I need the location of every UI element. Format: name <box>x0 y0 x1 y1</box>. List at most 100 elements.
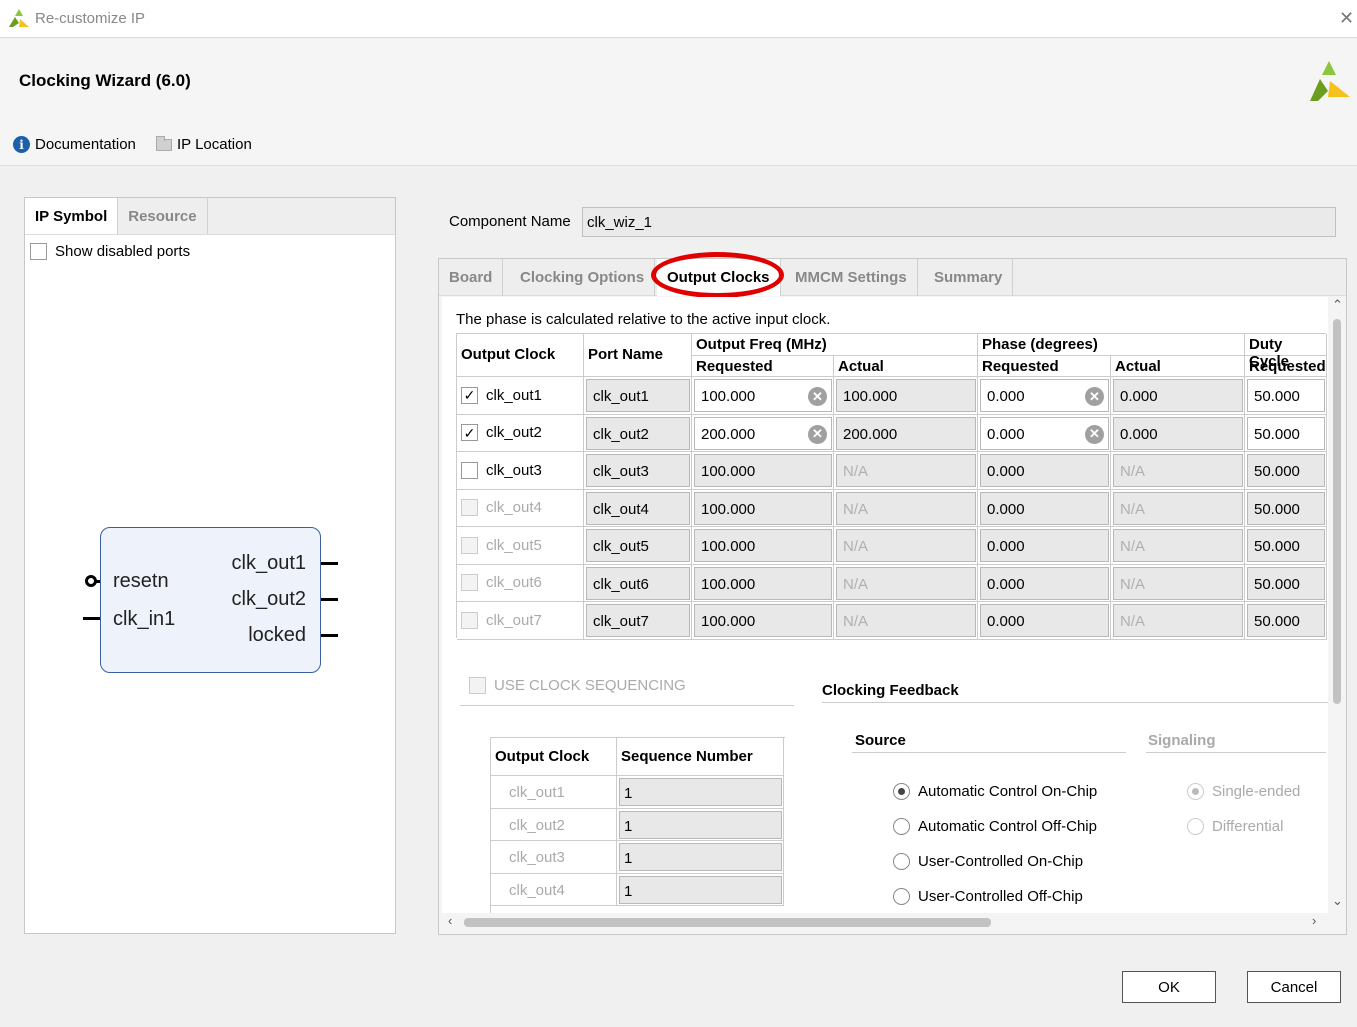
freq-req-field[interactable]: 200.000 ✕ <box>694 416 832 450</box>
duty-value: 50.000 <box>1254 388 1300 405</box>
tab-ip-symbol[interactable]: IP Symbol <box>25 198 119 234</box>
sequence-number-field[interactable]: 1 <box>619 810 782 839</box>
clear-icon[interactable]: ✕ <box>808 387 827 406</box>
show-disabled-ports-toggle[interactable]: Show disabled ports <box>30 243 190 260</box>
port-value: clk_out6 <box>593 575 649 593</box>
freq-req-field[interactable]: 100.000 ✕ <box>694 379 832 412</box>
clock-enable-checkbox[interactable] <box>461 611 478 629</box>
scroll-up-icon[interactable]: ⌃ <box>1332 297 1343 313</box>
scroll-left-icon[interactable]: ‹ <box>448 913 452 928</box>
sequence-number-field[interactable]: 1 <box>619 778 782 806</box>
radio-user-off-chip[interactable] <box>893 888 910 905</box>
freq-req-field: 100.000 <box>694 529 832 562</box>
clear-icon[interactable]: ✕ <box>1085 387 1104 406</box>
use-clock-sequencing-toggle[interactable]: USE CLOCK SEQUENCING <box>469 677 686 694</box>
tab-clocking-options[interactable]: Clocking Options <box>510 259 656 296</box>
radio-single-ended[interactable] <box>1187 783 1204 800</box>
source-user-off-chip[interactable]: User-Controlled Off-Chip <box>893 888 1083 905</box>
vertical-scrollbar[interactable]: ⌃ ⌄ <box>1330 297 1344 913</box>
col-phase-requested: Requested <box>978 356 1111 377</box>
table-row-clock[interactable]: ✓ clk_out2 <box>457 414 584 452</box>
ip-location-link[interactable]: IP Location <box>156 135 252 153</box>
port-value: clk_out2 <box>593 425 649 443</box>
sequence-number-field[interactable]: 1 <box>619 875 782 904</box>
cancel-button[interactable]: Cancel <box>1247 971 1341 1003</box>
source-auto-on-chip[interactable]: Automatic Control On-Chip <box>893 783 1097 800</box>
table-row-clock[interactable]: ✓ clk_out1 <box>457 377 584 415</box>
phase-req-field: 0.000 <box>980 491 1109 525</box>
radio-auto-on-chip[interactable] <box>893 783 910 800</box>
duty-value: 50.000 <box>1254 575 1300 593</box>
clock-enable-checkbox[interactable]: ✓ <box>461 386 478 404</box>
horizontal-scroll-thumb[interactable] <box>464 918 991 927</box>
radio-user-on-chip[interactable] <box>893 853 910 870</box>
clock-enable-checkbox[interactable] <box>461 536 478 554</box>
tab-resource[interactable]: Resource <box>118 198 208 234</box>
tab-board[interactable]: Board <box>439 259 504 296</box>
config-panel: Board Clocking Options Output Clocks MMC… <box>438 252 1347 935</box>
table-row-clock[interactable]: clk_out6 <box>457 564 584 602</box>
freq-req-value: 100.000 <box>701 613 756 630</box>
clock-enable-checkbox[interactable] <box>461 499 478 517</box>
tab-summary[interactable]: Summary <box>924 259 1014 296</box>
freq-req-value: 100.000 <box>701 538 756 555</box>
tab-output-clocks[interactable]: Output Clocks <box>657 259 781 296</box>
clear-icon[interactable]: ✕ <box>1085 424 1104 444</box>
scroll-down-icon[interactable]: ⌄ <box>1332 893 1343 909</box>
port-field: clk_out1 <box>586 379 690 412</box>
port-field: clk_out7 <box>586 604 690 637</box>
freq-act-value: N/A <box>843 538 869 555</box>
duty-field[interactable]: 50.000 <box>1247 416 1325 450</box>
horizontal-scrollbar[interactable]: ‹ › <box>442 913 1328 930</box>
ok-button[interactable]: OK <box>1122 971 1216 1003</box>
source-auto-off-chip[interactable]: Automatic Control Off-Chip <box>893 818 1097 835</box>
clear-icon[interactable]: ✕ <box>808 424 827 444</box>
phase-req-field[interactable]: 0.000 ✕ <box>980 379 1109 412</box>
phase-req-field[interactable]: 0.000 ✕ <box>980 416 1109 450</box>
tab-mmcm-settings[interactable]: MMCM Settings <box>785 259 918 296</box>
duty-field: 50.000 <box>1247 529 1325 562</box>
phase-act-value: 0.000 <box>1120 388 1158 405</box>
freq-act-value: N/A <box>843 613 869 630</box>
port-value: clk_out3 <box>593 463 649 480</box>
clock-enable-checkbox[interactable] <box>461 574 478 592</box>
documentation-link[interactable]: i Documentation <box>13 136 136 153</box>
divider <box>1146 752 1326 753</box>
phase-act-field: N/A <box>1113 566 1243 600</box>
source-label: Source <box>855 732 906 749</box>
radio-auto-off-chip[interactable] <box>893 818 910 835</box>
freq-req-value: 200.000 <box>701 425 756 443</box>
component-name-input[interactable]: clk_wiz_1 <box>582 207 1336 237</box>
table-row-clock[interactable]: clk_out4 <box>457 489 584 527</box>
phase-act-field: N/A <box>1113 491 1243 525</box>
clock-enable-checkbox[interactable]: ✓ <box>461 424 478 442</box>
scroll-right-icon[interactable]: › <box>1312 913 1316 928</box>
freq-req-field: 100.000 <box>694 454 832 487</box>
close-icon[interactable]: ✕ <box>1339 8 1354 29</box>
phase-act-value: N/A <box>1120 538 1146 555</box>
show-disabled-checkbox[interactable] <box>30 243 47 260</box>
show-disabled-label: Show disabled ports <box>55 243 191 260</box>
use-clock-sequencing-checkbox[interactable] <box>469 677 486 694</box>
phase-act-field: N/A <box>1113 529 1243 562</box>
table-row-clock[interactable]: clk_out7 <box>457 602 584 640</box>
label-single-ended: Single-ended <box>1212 783 1301 800</box>
table-row-clock[interactable]: clk_out3 <box>457 452 584 490</box>
freq-act-value: N/A <box>843 575 869 593</box>
clock-enable-checkbox[interactable] <box>461 461 478 479</box>
duty-field: 50.000 <box>1247 454 1325 487</box>
port-field: clk_out6 <box>586 566 690 600</box>
radio-differential[interactable] <box>1187 818 1204 835</box>
freq-act-value: N/A <box>843 500 869 518</box>
sequence-number-field[interactable]: 1 <box>619 843 782 871</box>
table-row-clock[interactable]: clk_out5 <box>457 527 584 565</box>
freq-act-field: 100.000 <box>836 379 976 412</box>
duty-field[interactable]: 50.000 <box>1247 379 1325 412</box>
freq-req-field: 100.000 <box>694 566 832 600</box>
source-user-on-chip[interactable]: User-Controlled On-Chip <box>893 853 1083 870</box>
left-tab-bar: IP Symbol Resource <box>25 198 395 235</box>
phase-req-value: 0.000 <box>987 388 1025 405</box>
vertical-scroll-thumb[interactable] <box>1333 319 1341 704</box>
signaling-single-ended[interactable]: Single-ended <box>1187 783 1300 800</box>
signaling-differential[interactable]: Differential <box>1187 818 1283 835</box>
